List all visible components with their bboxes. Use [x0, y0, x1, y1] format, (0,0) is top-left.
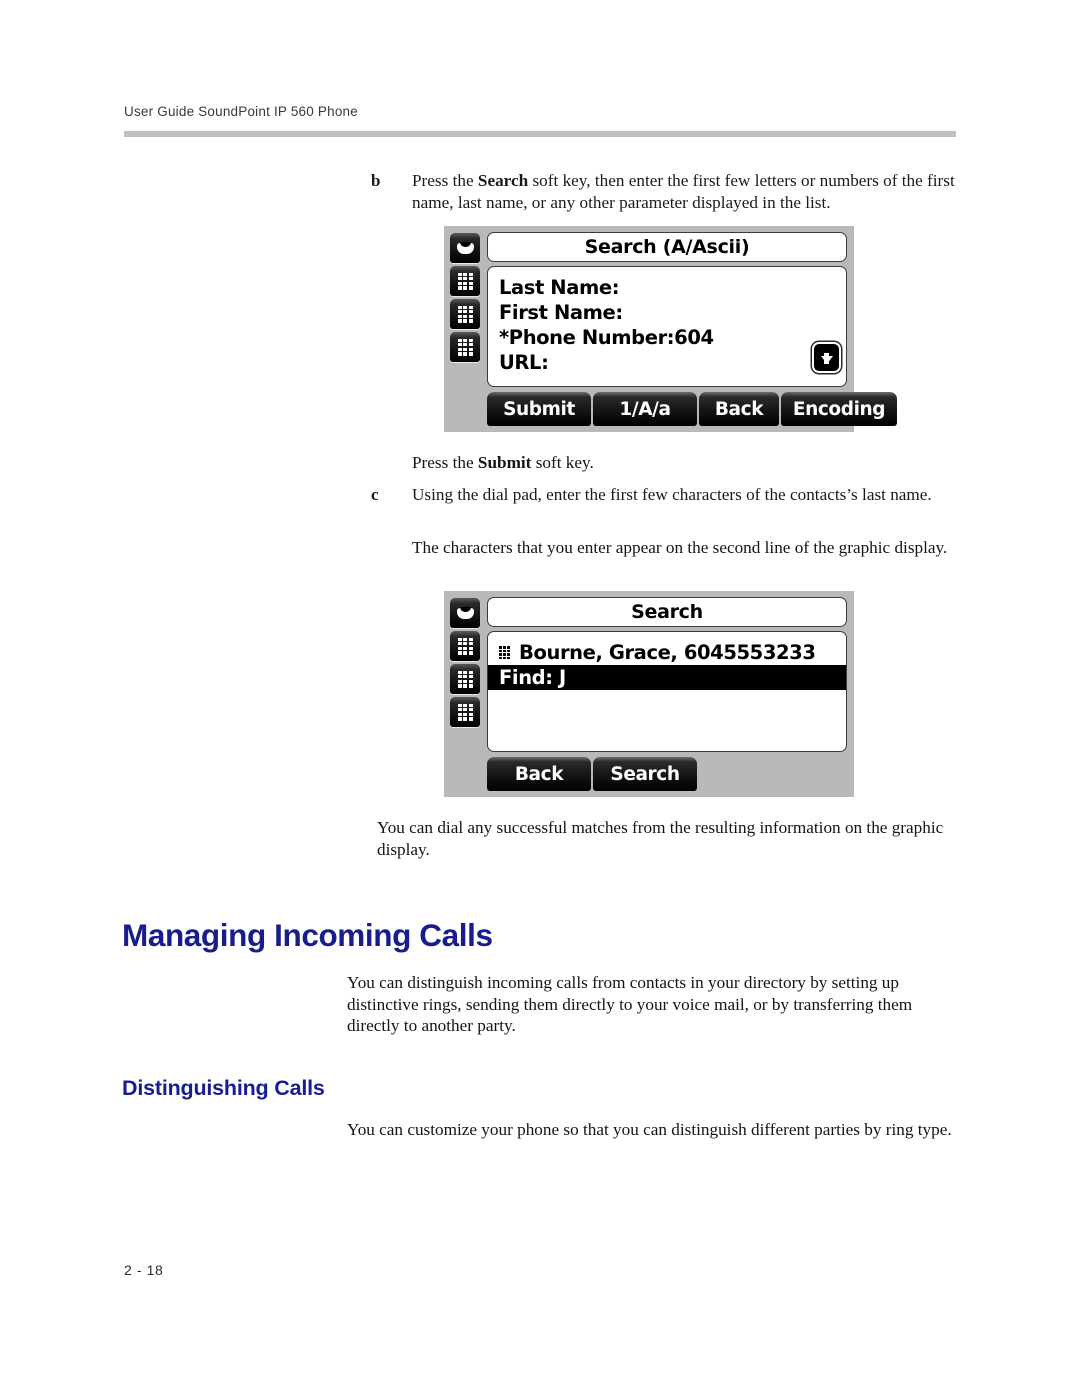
field-first-name[interactable]: First Name: [499, 300, 846, 325]
handset-icon [456, 606, 474, 619]
field-phone-number[interactable]: *Phone Number:604 [499, 325, 846, 350]
field-url[interactable]: URL: [499, 350, 846, 375]
softkey-back[interactable]: Back [699, 392, 779, 426]
search-result-text: Bourne, Grace, 6045553233 [519, 641, 816, 664]
keypad-icon [499, 646, 510, 659]
lcd-content-area: Last Name: First Name: *Phone Number:604… [487, 266, 847, 387]
lcd-screen: Search (A/Ascii) Last Name: First Name: … [482, 232, 847, 387]
running-head: User Guide SoundPoint IP 560 Phone [124, 104, 358, 119]
note-press-submit: Press the Submit soft key. [412, 452, 972, 474]
page-number: 2 - 18 [124, 1262, 164, 1278]
softkey-row: Back Search [450, 757, 847, 791]
line-key-1[interactable] [450, 598, 480, 628]
lcd-title-text: Search [631, 601, 703, 623]
phone-upper-area: Search (A/Ascii) Last Name: First Name: … [450, 232, 847, 387]
softkey-back-label: Back [514, 763, 564, 785]
softkey-search[interactable]: Search [593, 757, 697, 791]
softkey-submit[interactable]: Submit [487, 392, 591, 426]
step-c-marker: c [371, 485, 379, 504]
step-b-body: Press the Search soft key, then enter th… [412, 170, 961, 213]
softkey-encoding-label: Encoding [792, 398, 886, 420]
keypad-icon [457, 670, 473, 688]
arrow-down-glyph [820, 352, 833, 364]
keypad-icon [457, 338, 473, 356]
keypad-icon [457, 272, 473, 290]
line-key-4[interactable] [450, 697, 480, 727]
softkey-search-label: Search [610, 763, 680, 785]
softkey-row: Submit 1/A/a Back Encoding [450, 392, 897, 426]
step-b-marker: b [371, 171, 381, 190]
keypad-icon [457, 703, 473, 721]
line-key-1[interactable] [450, 233, 480, 263]
keypad-icon [457, 305, 473, 323]
line-key-column [450, 232, 482, 387]
softkey-submit-label: Submit [503, 398, 575, 420]
step-b-bold-search: Search [477, 171, 529, 190]
line-key-3[interactable] [450, 664, 480, 694]
step-c: c Using the dial pad, enter the first fe… [371, 484, 966, 506]
search-result-row[interactable]: Bourne, Grace, 6045553233 [499, 640, 846, 665]
line-key-3[interactable] [450, 299, 480, 329]
note-press-submit-text-1: Press the [412, 453, 478, 472]
note-dial-matches: You can dial any successful matches from… [377, 818, 944, 859]
note-press-submit-text-2: soft key. [531, 453, 594, 472]
page-title-managing-incoming-calls: Managing Incoming Calls [122, 917, 493, 953]
note-characters-appear: The characters that you enter appear on … [412, 538, 948, 557]
section-body-distinguishing-calls: You can customize your phone so that you… [347, 1120, 952, 1139]
line-key-2[interactable] [450, 266, 480, 296]
softkey-back-label: Back [714, 398, 764, 420]
line-key-column [450, 597, 482, 752]
step-b-text-1: Press the [412, 171, 478, 190]
softkey-case-toggle[interactable]: 1/A/a [593, 392, 697, 426]
header-rule [124, 131, 956, 137]
lcd-title-bar: Search (A/Ascii) [487, 232, 847, 262]
keypad-icon [457, 637, 473, 655]
section-title-distinguishing-calls: Distinguishing Calls [122, 1076, 325, 1100]
step-b: b Press the Search soft key, then enter … [371, 170, 961, 213]
phone-upper-area: Search Bourne, Grace, 6045553233 Find: J [450, 597, 847, 752]
softkey-back[interactable]: Back [487, 757, 591, 791]
figure-search-form: Search (A/Ascii) Last Name: First Name: … [444, 226, 897, 432]
lcd-title-bar: Search [487, 597, 847, 627]
arrow-down-icon[interactable] [812, 342, 841, 373]
note-press-submit-bold: Submit [477, 453, 532, 472]
softkey-case-toggle-label: 1/A/a [619, 398, 671, 420]
step-c-body: Using the dial pad, enter the first few … [412, 485, 932, 504]
lcd-title-text: Search (A/Ascii) [584, 236, 750, 258]
line-key-4[interactable] [450, 332, 480, 362]
find-input-row[interactable]: Find: J [488, 665, 846, 690]
lcd-content-area: Bourne, Grace, 6045553233 Find: J [487, 631, 847, 752]
lcd-screen: Search Bourne, Grace, 6045553233 Find: J [482, 597, 847, 752]
softkey-encoding[interactable]: Encoding [781, 392, 897, 426]
field-last-name[interactable]: Last Name: [499, 275, 846, 300]
section-body-managing-incoming-calls: You can distinguish incoming calls from … [347, 973, 913, 1036]
handset-icon [456, 241, 474, 254]
line-key-2[interactable] [450, 631, 480, 661]
figure-search-results: Search Bourne, Grace, 6045553233 Find: J… [444, 591, 854, 797]
lcd-field-list: Last Name: First Name: *Phone Number:604… [488, 267, 846, 375]
lcd-result-list: Bourne, Grace, 6045553233 Find: J [488, 632, 846, 690]
page-header: User Guide SoundPoint IP 560 Phone [124, 104, 956, 119]
